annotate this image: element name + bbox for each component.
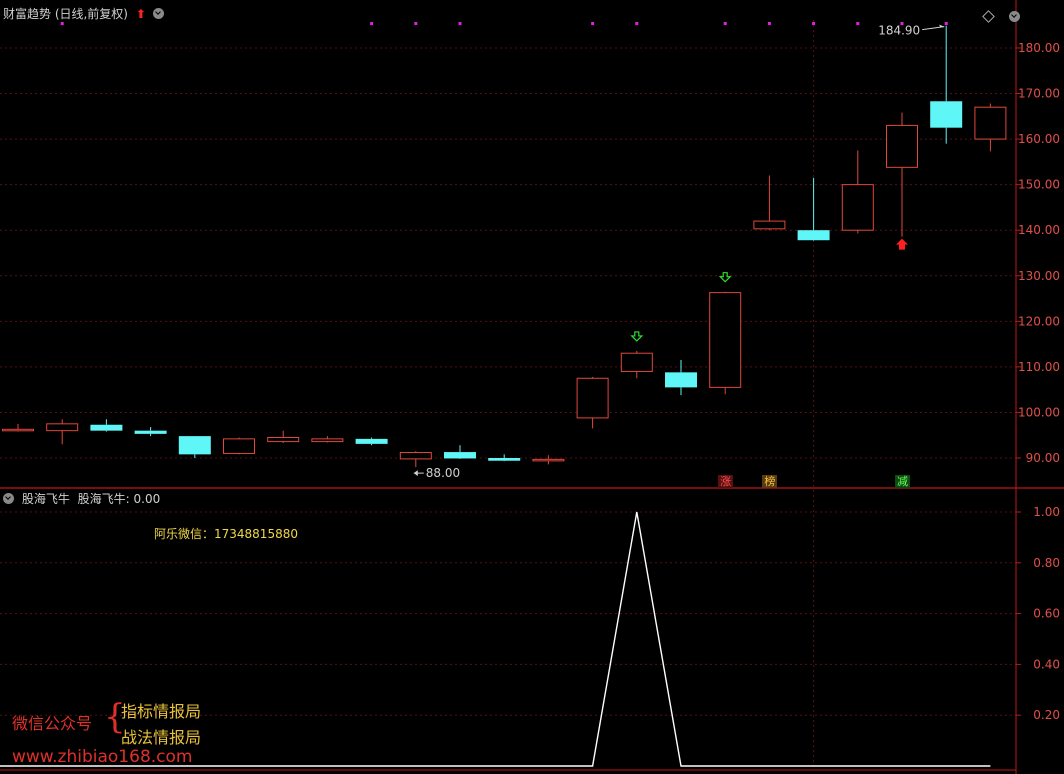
candle-body-up [620,352,653,372]
y-tick-label-main: 110.00 [1018,360,1060,374]
y-tick-label-sub: 0.20 [1033,708,1060,722]
signal-stamp: 涨 [718,475,734,488]
green-down-arrow-icon [630,331,644,342]
sub-panel-value: 股海飞牛: 0.00 [77,492,161,506]
watermark-name-1: 指标情报局 [121,702,202,721]
close-panel-icon[interactable] [1009,11,1021,22]
dropdown-circle-icon[interactable] [152,8,164,19]
panel-tools [982,6,1021,25]
wechat-contact: 阿乐微信：17348815880 [154,527,298,541]
y-tick-label-main: 130.00 [1018,269,1060,283]
candle-body-down [355,438,388,444]
y-tick-label-main: 170.00 [1018,87,1060,101]
candle-body-down [178,436,211,455]
candle-body-down [797,230,830,241]
candle-body-up [841,184,874,231]
sub-panel-header: 股海飞牛 股海飞牛: 0.00 [3,490,160,507]
candle-body-up [223,438,255,454]
diamond-icon[interactable] [982,10,995,23]
signal-stamp: 榜 [762,475,778,488]
top-marker-dot [944,22,948,25]
candle-body-up [753,220,786,230]
top-marker-dot [767,22,771,25]
low-annotation-label: 88.00 [426,466,460,480]
top-marker-dot [414,22,418,25]
candle-body-up [311,438,344,443]
top-marker-dot [458,22,462,25]
y-tick-label-main: 150.00 [1018,178,1060,192]
watermark-name-2: 战法情报局 [121,728,202,747]
y-tick-label-main: 140.00 [1018,223,1060,237]
high-annotation-label: 184.90 [878,24,920,38]
candle-body-up [2,428,34,432]
green-down-arrow-icon [718,272,732,283]
sub-dropdown-circle-icon[interactable] [3,493,14,504]
sub-panel-title: 股海飞牛 [21,492,70,506]
y-tick-label-main: 100.00 [1018,405,1060,419]
candle-body-up [46,423,79,432]
y-tick-label-main: 180.00 [1018,41,1060,55]
y-tick-label-main: 120.00 [1018,314,1060,328]
red-up-arrow-icon [896,238,908,250]
candle-body-down [665,372,697,388]
low-annotation-arrowhead [413,470,418,477]
candle-body-down [930,101,963,128]
candle-body-up [886,124,918,168]
y-tick-label-sub: 1.00 [1033,505,1060,519]
top-marker-dot [591,22,595,25]
top-marker-dot [723,22,727,25]
candle-body-down [90,424,123,431]
y-tick-label-main: 160.00 [1018,132,1060,146]
y-tick-label-sub: 0.60 [1033,607,1060,621]
candle-body-up [267,436,300,443]
top-marker-dot [635,22,639,25]
y-tick-label-main: 90.00 [1026,451,1060,465]
watermark-wechat-label: 微信公众号 [12,714,93,733]
top-marker-dot [812,22,816,25]
candle-body-up [399,452,432,460]
top-marker-dot [60,22,64,25]
y-tick-label-sub: 0.40 [1033,657,1060,671]
red-up-arrow-icon: ⬆ [135,7,146,21]
main-panel-title: 财富趋势 (日线,前复权) [3,7,128,21]
top-marker-dot [370,22,374,25]
candle-body-up [532,458,565,462]
top-marker-dot [856,22,860,25]
candle-body-down [134,430,167,434]
signal-stamp: 减 [895,475,910,488]
watermark-url: www.zhibiao168.com [12,747,193,767]
candle-body-up [576,377,609,419]
candle-body-down [488,458,521,461]
candle-body-up [709,292,742,388]
candle-body-down [444,452,476,459]
chart-canvas: 90.00 100.00 110.00 120.00 130.00 140.00 150.0… [0,0,1064,774]
main-panel-header: 财富趋势 (日线,前复权) ⬆ [3,5,164,22]
y-tick-label-sub: 0.80 [1033,556,1060,570]
candle-body-up [974,106,1007,140]
